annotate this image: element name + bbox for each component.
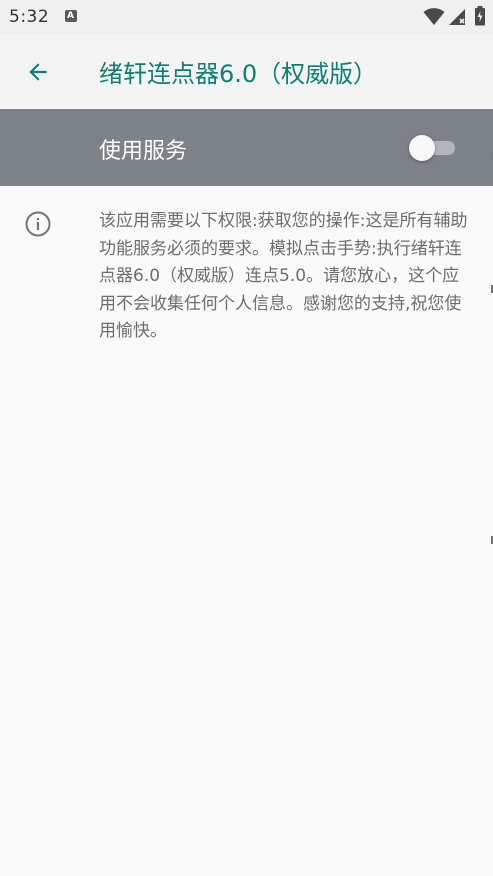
service-switch-bar[interactable]: 使用服务	[0, 109, 493, 186]
info-section: 该应用需要以下权限:获取您的操作:这是所有辅助功能服务必须的要求。模拟点击手势:…	[0, 186, 493, 876]
service-switch-label: 使用服务	[99, 139, 188, 164]
wifi-icon	[423, 8, 445, 25]
toggle-thumb	[409, 135, 435, 161]
info-icon	[25, 211, 51, 237]
battery-icon	[475, 6, 485, 26]
arrow-left-icon	[29, 63, 47, 81]
back-button[interactable]	[14, 48, 62, 96]
service-description: 该应用需要以下权限:获取您的操作:这是所有辅助功能服务必须的要求。模拟点击手势:…	[99, 211, 468, 341]
status-bar: 5:32 A	[0, 0, 493, 34]
service-toggle[interactable]	[409, 135, 457, 161]
signal-icon	[449, 9, 465, 25]
status-time: 5:32	[9, 7, 50, 27]
toolbar: 绪轩连点器6.0（权威版）	[0, 34, 493, 109]
page-title: 绪轩连点器6.0（权威版）	[99, 60, 378, 88]
a-notification-icon: A	[65, 10, 77, 22]
